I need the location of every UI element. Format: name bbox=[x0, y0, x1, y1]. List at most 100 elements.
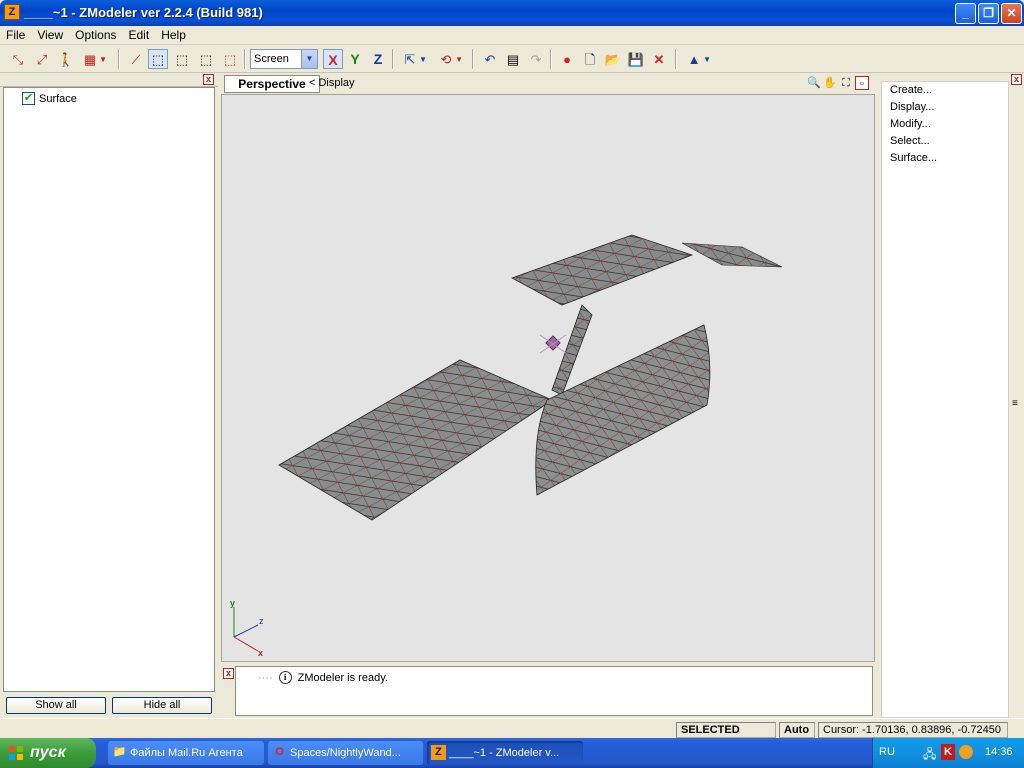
gizmo-y-label: y bbox=[230, 598, 235, 608]
menu-bar: File View Options Edit Help bbox=[0, 26, 1024, 45]
log-list: ···· i ZModeler is ready. bbox=[235, 666, 873, 716]
zmodeler-app-icon[interactable]: Z bbox=[4, 4, 20, 20]
command-surface[interactable]: Surface... bbox=[882, 150, 1008, 167]
visibility-checkbox[interactable]: ✔ bbox=[22, 92, 35, 105]
main-toolbar: ⤡ ⤢ 🚶 ▦ ▼ ⟋ ⬚ ⬚ ⬚ ⬚ ⇱ ▼ ⟲ ▼ ↶ ▤ ↷ ● 🗋 📂 💾 ✕… bbox=[0, 45, 1024, 73]
language-indicator[interactable]: RU bbox=[879, 746, 895, 758]
close-icon[interactable]: x bbox=[223, 668, 234, 679]
history-icon[interactable]: ▤ bbox=[503, 49, 523, 69]
taskbar: пуск 📁 Файлы Mail.Ru Агента O Spaces/Nig… bbox=[0, 738, 1024, 768]
gizmo-z-label: z bbox=[259, 616, 264, 626]
grip-icon[interactable]: ≡ bbox=[1012, 398, 1018, 409]
task-label: ____~1 - ZModeler v... bbox=[449, 747, 560, 759]
zoom-icon[interactable]: 🔍 bbox=[807, 76, 821, 90]
close-icon[interactable]: x bbox=[203, 74, 214, 85]
new-file-icon[interactable]: 🗋 bbox=[580, 49, 600, 69]
command-create[interactable]: Create... bbox=[882, 82, 1008, 99]
chevron-down-icon[interactable]: ▼ bbox=[301, 50, 317, 68]
restore-button[interactable]: ❐ bbox=[978, 3, 999, 24]
cube-wire-icon[interactable]: ⬚ bbox=[196, 49, 216, 69]
objects-panel-header bbox=[0, 73, 218, 87]
clock: 14:36 bbox=[985, 746, 1013, 758]
folder-icon: 📁 bbox=[112, 746, 127, 758]
maximize-viewport-icon[interactable]: ▫ bbox=[855, 76, 869, 90]
cone-icon[interactable]: ▲ ▼ bbox=[684, 49, 711, 69]
title-bar: Z ____~1 - ZModeler ver 2.2.4 (Build 981… bbox=[0, 0, 1024, 26]
objects-panel: x ✔ Surface Show all Hide all bbox=[0, 73, 218, 718]
network-icon[interactable]: 🖧 bbox=[923, 745, 936, 766]
windows-flag-icon bbox=[9, 746, 23, 760]
log-entry: ···· i ZModeler is ready. bbox=[258, 671, 388, 684]
rotate-icon[interactable]: ⟲ ▼ bbox=[436, 49, 463, 69]
objects-mode-icon[interactable]: ⬚ bbox=[148, 49, 168, 69]
menu-view[interactable]: View bbox=[31, 26, 69, 44]
cube-red-icon[interactable]: ⬚ bbox=[220, 49, 240, 69]
selection-mode-status: SELECTED MODE bbox=[676, 722, 776, 750]
kaspersky-icon[interactable]: K bbox=[941, 744, 955, 760]
display-label[interactable]: < Display bbox=[309, 77, 355, 89]
toolbar-separator bbox=[392, 49, 394, 69]
axis-z-button[interactable]: Z bbox=[368, 49, 388, 69]
auto-status[interactable]: Auto bbox=[779, 722, 815, 738]
viewport-header: Perspective < Display 🔍 ✋ ⛶ ▫ bbox=[221, 73, 875, 94]
start-button[interactable]: пуск bbox=[0, 738, 96, 768]
minimize-button[interactable]: _ bbox=[955, 3, 976, 24]
perspective-viewport[interactable]: y z x bbox=[221, 94, 875, 662]
pivot-marker-icon[interactable] bbox=[539, 334, 567, 354]
undo-icon[interactable]: ↶ bbox=[480, 49, 500, 69]
fit-view-icon[interactable]: ⛶ bbox=[839, 76, 853, 90]
tree-item-surface[interactable]: ✔ Surface bbox=[22, 92, 77, 105]
surface-mesh[interactable] bbox=[278, 234, 783, 521]
vertices-mode-icon[interactable]: ⟋ bbox=[126, 49, 146, 69]
viewport-canvas: y z x bbox=[230, 234, 783, 658]
select-edge-icon[interactable]: ⤢ bbox=[32, 49, 52, 69]
axis-x-button[interactable]: X bbox=[323, 49, 343, 69]
axis-gizmo: y z x bbox=[230, 598, 264, 658]
show-all-button[interactable]: Show all bbox=[6, 697, 106, 714]
cube-icon[interactable]: ⬚ bbox=[172, 49, 192, 69]
command-modify[interactable]: Modify... bbox=[882, 116, 1008, 133]
command-select[interactable]: Select... bbox=[882, 133, 1008, 150]
select-vertex-icon[interactable]: ⤡ bbox=[8, 49, 28, 69]
toolbar-separator bbox=[550, 49, 552, 69]
panel-scroll-strip[interactable]: x ≡ bbox=[1009, 73, 1024, 718]
start-label: пуск bbox=[30, 744, 66, 761]
menu-help[interactable]: Help bbox=[155, 26, 192, 44]
save-icon[interactable]: 💾 bbox=[626, 49, 646, 69]
move-icon[interactable]: ⇱ ▼ bbox=[400, 49, 427, 69]
menu-file[interactable]: File bbox=[0, 26, 31, 44]
menu-options[interactable]: Options bbox=[69, 26, 122, 44]
info-icon: i bbox=[278, 671, 292, 684]
toolbar-separator bbox=[472, 49, 474, 69]
zmodeler-icon: Z bbox=[431, 745, 446, 760]
close-icon[interactable]: x bbox=[1011, 74, 1022, 85]
close-button[interactable]: ✕ bbox=[1001, 3, 1022, 24]
window-title: ____~1 - ZModeler ver 2.2.4 (Build 981) bbox=[24, 5, 263, 20]
pan-hand-icon[interactable]: ✋ bbox=[823, 76, 837, 90]
coord-system-value: Screen bbox=[254, 53, 289, 65]
gizmo-x-label: x bbox=[258, 648, 263, 658]
viewport-tab-perspective[interactable]: Perspective bbox=[224, 75, 320, 93]
command-display[interactable]: Display... bbox=[882, 99, 1008, 116]
agent-icon[interactable] bbox=[959, 745, 973, 759]
task-label: Файлы Mail.Ru Агента bbox=[130, 747, 243, 759]
open-folder-icon[interactable]: 📂 bbox=[603, 49, 623, 69]
walk-icon[interactable]: 🚶 bbox=[56, 49, 76, 69]
delete-icon[interactable]: ✕ bbox=[649, 49, 669, 69]
task-opera-spaces[interactable]: O Spaces/NightlyWand... bbox=[268, 741, 423, 765]
cursor-status: Cursor: -1.70136, 0.83896, -0.72450 bbox=[818, 722, 1008, 738]
hide-all-button[interactable]: Hide all bbox=[112, 697, 212, 714]
axis-y-button[interactable]: Y bbox=[345, 49, 365, 69]
menu-edit[interactable]: Edit bbox=[123, 26, 156, 44]
record-icon[interactable]: ● bbox=[557, 49, 577, 69]
log-panel: x ···· i ZModeler is ready. bbox=[221, 665, 875, 717]
log-message: ZModeler is ready. bbox=[297, 671, 388, 684]
toolbar-separator bbox=[675, 49, 677, 69]
toolbar-separator bbox=[118, 49, 120, 69]
task-zmodeler[interactable]: Z ____~1 - ZModeler v... bbox=[427, 741, 583, 765]
coord-system-select[interactable]: Screen ▼ bbox=[250, 49, 318, 69]
task-mailru-folder[interactable]: 📁 Файлы Mail.Ru Агента bbox=[108, 741, 264, 765]
task-label: Spaces/NightlyWand... bbox=[290, 747, 401, 759]
select-mode-icon[interactable]: ▦ ▼ bbox=[80, 49, 107, 69]
redo-icon[interactable]: ↷ bbox=[526, 49, 546, 69]
